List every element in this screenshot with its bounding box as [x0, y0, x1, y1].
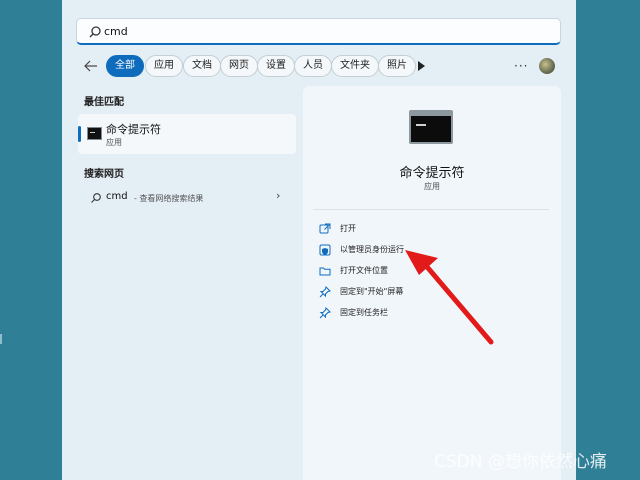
shield-admin-icon [319, 244, 331, 256]
search-icon [89, 26, 101, 38]
filter-people-tab[interactable]: 人员 [294, 55, 332, 77]
command-prompt-icon [87, 127, 102, 140]
action-open-file-location[interactable]: 打开文件位置 [319, 263, 519, 279]
watermark-text: CSDN @想你依然心痛 [434, 452, 607, 472]
filter-web-tab[interactable]: 网页 [220, 55, 258, 77]
search-icon [91, 193, 101, 203]
filter-all-tab[interactable]: 全部 [106, 55, 144, 77]
back-arrow-icon[interactable] [82, 57, 100, 75]
more-options-button[interactable]: ··· [514, 55, 528, 77]
selection-indicator [78, 126, 81, 142]
folder-icon [319, 267, 331, 276]
action-label: 打开 [340, 224, 356, 233]
action-label: 打开文件位置 [340, 266, 388, 275]
pin-icon [319, 307, 331, 319]
desktop-edge-glyph [0, 334, 4, 344]
filter-settings-tab[interactable]: 设置 [257, 55, 295, 77]
action-pin-to-start[interactable]: 固定到"开始"屏幕 [319, 284, 519, 300]
filter-apps-tab[interactable]: 应用 [145, 55, 183, 77]
divider [313, 209, 549, 210]
filter-folders-tab[interactable]: 文件夹 [331, 55, 379, 77]
filter-bar: 全部 应用 文档 网页 设置 人员 文件夹 照片 ··· [82, 55, 555, 77]
web-search-query: cmd [106, 191, 128, 202]
best-match-heading: 最佳匹配 [84, 97, 124, 108]
action-run-as-admin[interactable]: 以管理员身份运行 [319, 242, 519, 258]
best-match-item[interactable]: 命令提示符 应用 [78, 114, 296, 154]
open-external-icon [319, 223, 331, 234]
app-title: 命令提示符 [399, 166, 465, 181]
action-label: 固定到任务栏 [340, 308, 388, 317]
chevron-right-icon: › [276, 189, 281, 202]
filter-photos-tab[interactable]: 照片 [378, 55, 416, 77]
action-label: 固定到"开始"屏幕 [340, 287, 404, 296]
command-prompt-icon [409, 110, 453, 144]
action-open[interactable]: 打开 [319, 221, 519, 237]
action-label: 以管理员身份运行 [340, 245, 404, 254]
avatar[interactable] [539, 58, 555, 74]
filter-documents-tab[interactable]: 文档 [183, 55, 221, 77]
search-box[interactable] [76, 18, 561, 45]
action-pin-to-taskbar[interactable]: 固定到任务栏 [319, 305, 519, 321]
more-filters-play-icon[interactable] [418, 61, 425, 71]
app-detail-pane: 命令提示符 应用 打开 以管理员身份运行 打开文件位置 固定到"开始"屏幕 固定… [303, 86, 561, 480]
best-match-name: 命令提示符 [106, 123, 161, 136]
start-search-panel: 全部 应用 文档 网页 设置 人员 文件夹 照片 ··· 最佳匹配 命令提示符 … [62, 0, 576, 480]
best-match-type: 应用 [106, 138, 122, 147]
pin-icon [319, 286, 331, 298]
web-search-description: - 查看网络搜索结果 [134, 194, 204, 203]
web-search-heading: 搜索网页 [84, 169, 124, 180]
web-search-item[interactable]: cmd - 查看网络搜索结果 › [84, 188, 296, 208]
app-type: 应用 [424, 182, 440, 191]
search-input[interactable] [104, 22, 544, 41]
